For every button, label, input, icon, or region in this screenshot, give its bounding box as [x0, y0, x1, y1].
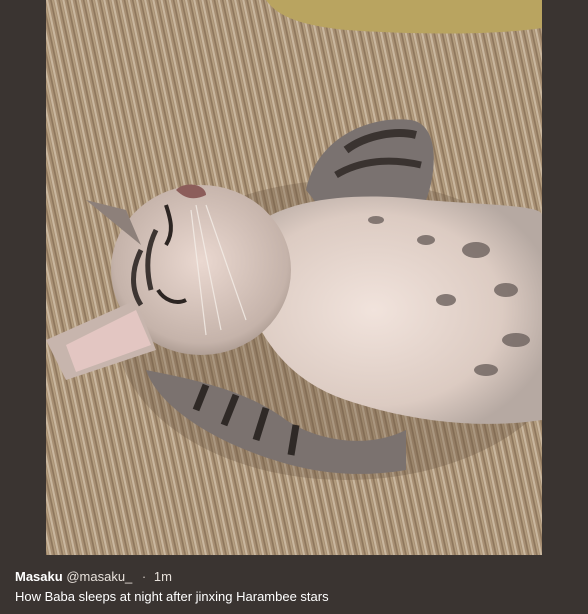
- sleeping-kitten-image: [46, 0, 542, 555]
- tweet-header: Masaku @masaku_ · 1m: [15, 569, 172, 585]
- tweet-timestamp[interactable]: 1m: [154, 569, 172, 584]
- tweet-photo[interactable]: [46, 0, 542, 555]
- author-handle[interactable]: @masaku_: [66, 569, 132, 584]
- author-name[interactable]: Masaku: [15, 569, 63, 584]
- separator: ·: [141, 569, 147, 584]
- tweet-text: How Baba sleeps at night after jinxing H…: [15, 589, 329, 604]
